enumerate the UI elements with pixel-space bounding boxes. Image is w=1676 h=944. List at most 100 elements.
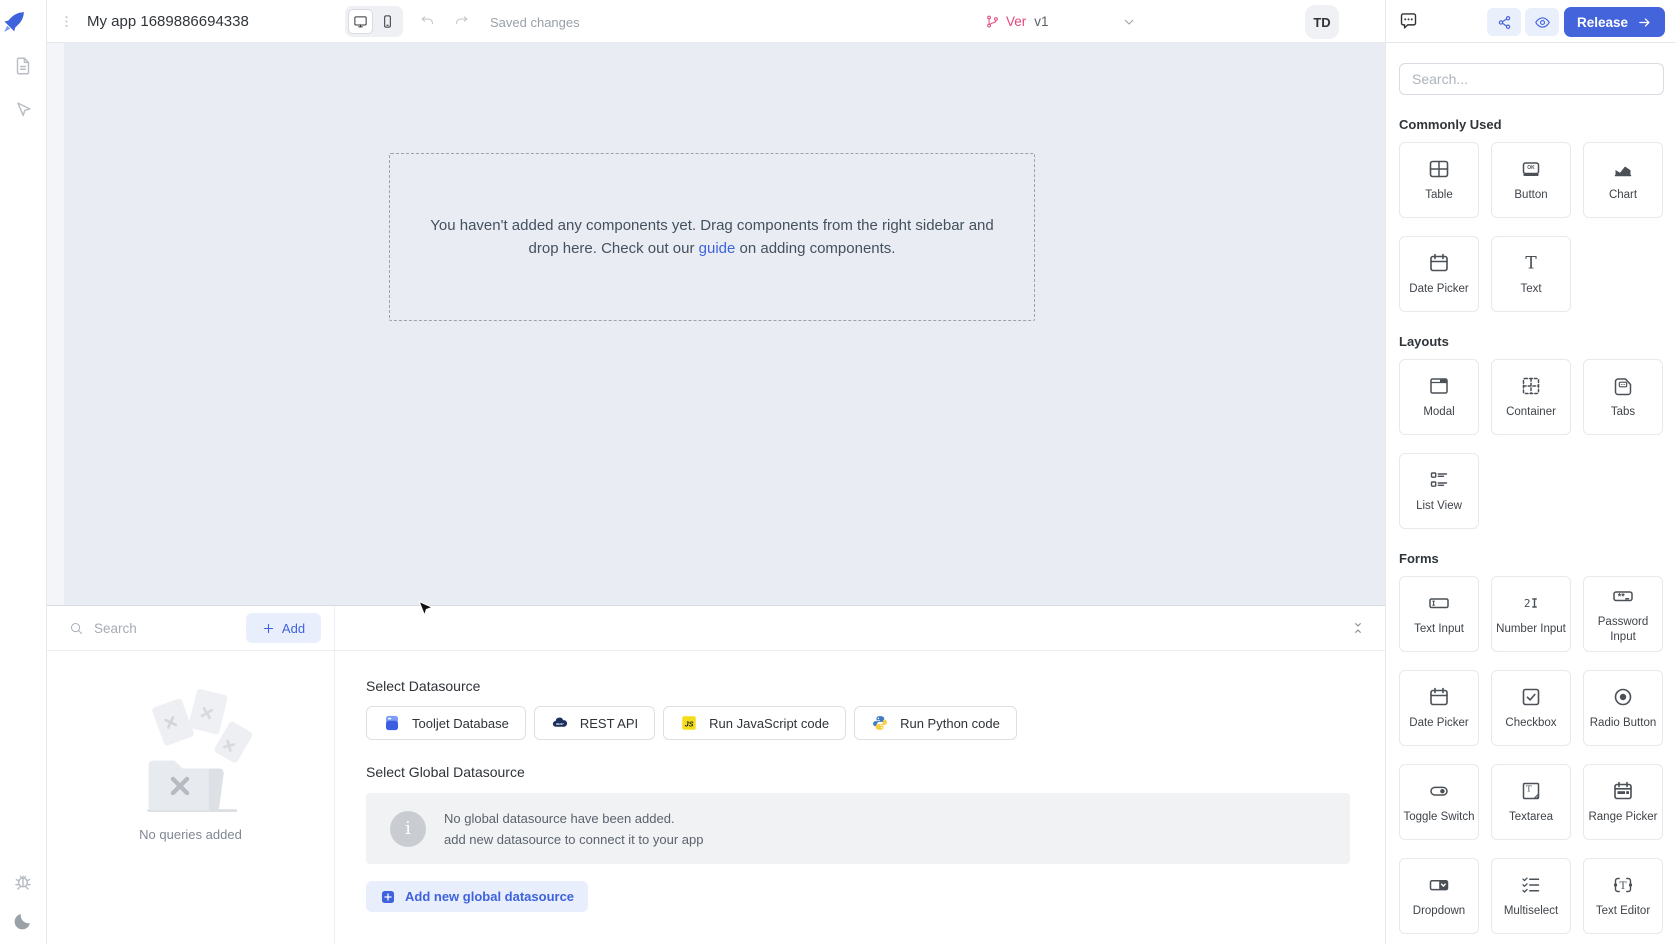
component-card-label: Dropdown [1413, 904, 1465, 918]
svg-text:T: T [1525, 254, 1537, 274]
component-card-text[interactable]: TText [1491, 236, 1571, 312]
mobile-layout-button[interactable] [375, 9, 400, 34]
component-card-range-picker[interactable]: Range Picker [1583, 764, 1663, 840]
restapi-icon: REST [551, 714, 569, 732]
python-icon [871, 714, 889, 732]
monitor-icon [353, 14, 368, 29]
layout-toggle [345, 6, 403, 37]
toggle-switch-icon [1427, 779, 1451, 803]
component-card-table[interactable]: Table [1399, 142, 1479, 218]
component-card-label: Number Input [1496, 622, 1566, 636]
component-grid: Table OKButton Chart Date PickerTText [1399, 142, 1663, 312]
version-prefix: Ver [1006, 14, 1026, 29]
component-card-toggle-switch[interactable]: Toggle Switch [1399, 764, 1479, 840]
add-global-datasource-button[interactable]: Add new global datasource [366, 881, 588, 912]
datasource-run-javascript-code[interactable]: JS Run JavaScript code [663, 706, 846, 740]
add-global-datasource-label: Add new global datasource [405, 889, 574, 904]
section-title: Layouts [1399, 334, 1663, 349]
query-search-bar: Add [47, 606, 335, 651]
search-icon [69, 621, 84, 636]
text-icon: T [1519, 251, 1543, 275]
section-title: Forms [1399, 551, 1663, 566]
select-global-datasource-label: Select Global Datasource [366, 764, 1385, 780]
undo-button[interactable] [419, 13, 436, 30]
component-card-radio-button[interactable]: Radio Button [1583, 670, 1663, 746]
js-icon: JS [680, 714, 698, 732]
release-button[interactable]: Release [1564, 7, 1665, 37]
component-card-container[interactable]: Container [1491, 359, 1571, 435]
version-selector[interactable]: Ver v1 [985, 0, 1137, 43]
query-search-input[interactable] [94, 621, 234, 636]
component-card-date-picker[interactable]: Date Picker [1399, 670, 1479, 746]
share-button[interactable] [1487, 8, 1521, 36]
svg-text:2: 2 [1524, 597, 1531, 610]
component-card-tabs[interactable]: Tabs [1583, 359, 1663, 435]
component-card-checkbox[interactable]: Checkbox [1491, 670, 1571, 746]
component-card-label: Table [1425, 188, 1453, 202]
avatar[interactable]: TD [1305, 5, 1339, 39]
query-panel: Add No queries added Select Datasource T… [47, 605, 1385, 944]
redo-button[interactable] [453, 13, 470, 30]
component-card-text-editor[interactable]: TText Editor [1583, 858, 1663, 934]
theme-toggle-icon[interactable] [12, 910, 34, 932]
info-icon: i [390, 811, 426, 847]
collapse-panel-icon[interactable] [1351, 621, 1365, 635]
component-card-date-picker[interactable]: Date Picker [1399, 236, 1479, 312]
component-card-label: Date Picker [1409, 716, 1468, 730]
component-card-textarea[interactable]: TTextarea [1491, 764, 1571, 840]
component-card-label: Container [1506, 405, 1556, 419]
global-datasource-empty-state: i No global datasource have been added. … [366, 793, 1350, 864]
component-card-label: Chart [1609, 188, 1637, 202]
datasource-label: Tooljet Database [412, 716, 509, 731]
comments-icon[interactable] [1398, 10, 1419, 31]
component-card-chart[interactable]: Chart [1583, 142, 1663, 218]
release-label: Release [1577, 15, 1628, 30]
eye-icon [1534, 14, 1551, 31]
plus-square-icon [380, 889, 396, 905]
component-grid: Text Input 2 Number Input **Password Input D… [1399, 576, 1663, 934]
guide-link[interactable]: guide [699, 240, 736, 257]
inspector-icon[interactable] [12, 99, 34, 121]
empty-canvas-dropzone[interactable]: You haven't added any components yet. Dr… [389, 153, 1035, 321]
multiselect-icon [1519, 873, 1543, 897]
app-actions-bar: Release [1386, 0, 1676, 43]
query-editor-panel: Select Datasource Tooljet DatabaseRESTRE… [335, 651, 1385, 944]
save-status: Saved changes [490, 15, 580, 30]
tabs-icon [1611, 374, 1635, 398]
date-picker-icon [1427, 251, 1451, 275]
component-card-list-view[interactable]: List View [1399, 453, 1479, 529]
section-title: Commonly Used [1399, 117, 1663, 132]
app-title[interactable]: My app 1689886694338 [87, 13, 249, 30]
tooljet-logo-icon[interactable] [0, 8, 28, 36]
arrow-right-icon [1637, 15, 1652, 30]
components-search-input[interactable] [1399, 63, 1664, 95]
desktop-layout-button[interactable] [348, 9, 373, 34]
add-query-button[interactable]: Add [246, 613, 321, 643]
component-card-label: Password Input [1586, 615, 1660, 644]
component-card-text-input[interactable]: Text Input [1399, 576, 1479, 652]
component-card-button[interactable]: OKButton [1491, 142, 1571, 218]
preview-button[interactable] [1525, 8, 1559, 36]
debugger-icon[interactable] [12, 870, 34, 892]
main-area: My app 1689886694338 Saved changes Ver v… [47, 0, 1385, 944]
component-grid: Modal Container Tabs List View [1399, 359, 1663, 529]
component-card-multiselect[interactable]: Multiselect [1491, 858, 1571, 934]
canvas-region: You haven't added any components yet. Dr… [47, 43, 1385, 944]
datasource-label: Run JavaScript code [709, 716, 829, 731]
datasource-run-python-code[interactable]: Run Python code [854, 706, 1017, 740]
query-list-panel: No queries added [47, 651, 335, 944]
component-card-dropdown[interactable]: Dropdown [1399, 858, 1479, 934]
component-card-number-input[interactable]: 2 Number Input [1491, 576, 1571, 652]
component-card-modal[interactable]: Modal [1399, 359, 1479, 435]
app-canvas[interactable]: You haven't added any components yet. Dr… [64, 43, 1385, 605]
empty-canvas-message: You haven't added any components yet. Dr… [422, 214, 1002, 261]
app-menu-icon[interactable] [59, 14, 74, 29]
svg-text:REST: REST [556, 722, 564, 726]
pages-icon[interactable] [12, 55, 34, 77]
left-toolbar-top [0, 55, 46, 121]
datasource-tooljet-database[interactable]: Tooljet Database [366, 706, 526, 740]
component-card-label: Checkbox [1505, 716, 1556, 730]
component-card-password-input[interactable]: **Password Input [1583, 576, 1663, 652]
component-card-label: Textarea [1509, 810, 1553, 824]
datasource-rest-api[interactable]: RESTREST API [534, 706, 655, 740]
